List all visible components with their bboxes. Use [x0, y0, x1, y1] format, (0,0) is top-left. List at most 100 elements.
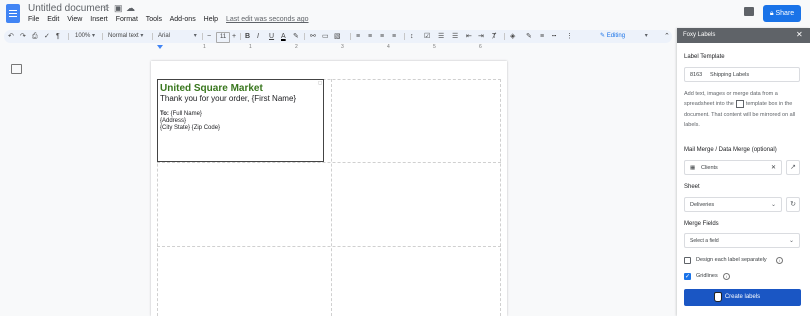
toolbar-divider — [304, 33, 305, 40]
ruler-tick: 2 — [295, 44, 298, 50]
ruler-tick: 4 — [387, 44, 390, 50]
design-separately-checkbox[interactable] — [684, 257, 691, 264]
clear-formatting-icon[interactable]: Ⱦ — [492, 31, 496, 42]
folder-icon[interactable]: ▣ — [114, 3, 123, 14]
zoom-select[interactable]: 100% ▾ — [75, 31, 95, 42]
font-size-decrease-icon[interactable]: − — [207, 31, 211, 42]
decrease-indent-icon[interactable]: ⇤ — [466, 31, 472, 42]
border-dash-icon[interactable]: ┅ — [552, 31, 556, 42]
lock-icon: 🔒︎ — [769, 10, 774, 17]
chevron-down-icon: ▾ — [644, 33, 648, 39]
numbered-list-icon[interactable]: ☰ — [452, 31, 458, 42]
menu-format[interactable]: Format — [116, 16, 138, 23]
border-weight-icon[interactable]: ≡ — [540, 31, 544, 42]
share-button[interactable]: 🔒︎ Share — [763, 5, 801, 22]
sheet-value: Deliveries — [690, 202, 715, 208]
more-options-icon[interactable]: ⋮ — [566, 31, 573, 42]
open-sheet-icon[interactable]: ↗ — [786, 160, 800, 175]
bold-button[interactable]: B — [245, 31, 250, 42]
create-labels-button[interactable]: Create labels — [684, 289, 801, 306]
template-box-icon — [735, 99, 744, 108]
italic-button[interactable]: I — [257, 31, 259, 42]
label-gridline — [331, 79, 332, 316]
highlight-icon[interactable]: ✎ — [293, 31, 299, 42]
print-icon[interactable]: ⎙ — [32, 31, 38, 42]
chevron-down-icon: ⌄ — [789, 238, 795, 244]
refresh-icon[interactable]: ↻ — [786, 197, 800, 212]
align-center-icon[interactable]: ≡ — [368, 31, 372, 42]
ruler-tick: 1 — [249, 44, 252, 50]
merge-section-label: Mail Merge / Data Merge (optional) — [684, 147, 777, 153]
merge-source-field[interactable]: ▦ Clients ✕ — [684, 160, 782, 175]
editing-mode-select[interactable]: ✎ Editing ▾ — [600, 30, 664, 42]
menu-addons[interactable]: Add-ons — [170, 16, 196, 23]
sheet-section-label: Sheet — [684, 184, 700, 190]
docs-logo-icon[interactable] — [6, 4, 20, 23]
menu-file[interactable]: File — [28, 16, 39, 23]
spreadsheet-icon: ▦ — [690, 165, 696, 171]
merge-fields-select[interactable]: Select a field ⌄ — [684, 233, 800, 248]
link-icon[interactable]: ⚯ — [310, 31, 316, 42]
spellcheck-icon[interactable]: ✓ — [44, 31, 50, 42]
font-value: Arial — [158, 33, 171, 39]
info-icon[interactable]: i — [776, 257, 783, 264]
label-template-field[interactable]: 8163 Shipping Labels — [684, 67, 800, 82]
menu-help[interactable]: Help — [204, 16, 218, 23]
label-gridline — [157, 162, 501, 163]
sidebar-title: Foxy Labels — [683, 32, 716, 38]
fill-color-icon[interactable]: ◈ — [510, 31, 515, 42]
increase-indent-icon[interactable]: ⇥ — [478, 31, 484, 42]
gridlines-checkbox[interactable]: ✓ — [684, 273, 691, 280]
redo-icon[interactable]: ↷ — [20, 31, 26, 42]
chevron-down-icon: ▾ — [193, 33, 197, 39]
style-select[interactable]: Normal text ▾ — [108, 31, 143, 42]
comment-add-icon[interactable]: ▭ — [322, 31, 329, 42]
menu-edit[interactable]: Edit — [47, 16, 59, 23]
border-color-icon[interactable]: ✎ — [526, 31, 532, 42]
gridlines-label: Gridlines — [696, 273, 718, 279]
align-right-icon[interactable]: ≡ — [380, 31, 384, 42]
underline-button[interactable]: U — [269, 31, 274, 42]
close-icon[interactable]: ✕ — [796, 30, 803, 39]
font-size-input[interactable]: 11 — [216, 32, 231, 43]
toolbar-divider — [152, 33, 153, 40]
toolbar-divider — [350, 33, 351, 40]
justify-icon[interactable]: ≡ — [392, 31, 396, 42]
comment-icon[interactable] — [744, 7, 754, 16]
bulleted-list-icon[interactable]: ☰ — [438, 31, 444, 42]
sheet-select[interactable]: Deliveries ⌄ — [684, 197, 782, 212]
image-icon[interactable]: ▧ — [334, 31, 341, 42]
design-separately-label: Design each label separately — [696, 257, 767, 263]
paint-format-icon[interactable]: ¶ — [56, 31, 60, 42]
menu-bar: File Edit View Insert Format Tools Add-o… — [28, 16, 315, 23]
indent-marker-icon[interactable] — [157, 45, 163, 49]
label-to-line: To: {Full Name} — [160, 111, 202, 117]
info-icon[interactable]: i — [723, 273, 730, 280]
share-label: Share — [775, 10, 795, 17]
font-size-increase-icon[interactable]: + — [232, 31, 236, 42]
label-gridline — [157, 246, 501, 247]
toolbar-divider — [240, 33, 241, 40]
last-edit-link[interactable]: Last edit was seconds ago — [226, 16, 309, 23]
text-color-button[interactable]: A — [281, 31, 286, 42]
toolbar-divider — [68, 33, 69, 40]
menu-view[interactable]: View — [67, 16, 82, 23]
undo-icon[interactable]: ↶ — [8, 31, 14, 42]
checklist-icon[interactable]: ☑ — [424, 31, 430, 42]
document-title[interactable]: Untitled document — [28, 3, 109, 14]
pencil-icon: ✎ — [600, 33, 606, 39]
font-select[interactable]: Arial ▾ — [158, 31, 197, 42]
ruler-tick: 1 — [203, 44, 206, 50]
cloud-icon[interactable]: ☁ — [126, 3, 135, 14]
line-spacing-icon[interactable]: ↕ — [410, 31, 414, 42]
collapse-menus-icon[interactable]: ⌃ — [664, 31, 670, 42]
toolbar-divider — [404, 33, 405, 40]
menu-insert[interactable]: Insert — [90, 16, 108, 23]
align-left-icon[interactable]: ≡ — [356, 31, 360, 42]
document-outline-icon[interactable] — [11, 64, 22, 74]
star-icon[interactable]: ☆ — [102, 3, 110, 14]
editing-label: Editing — [606, 33, 626, 39]
menu-tools[interactable]: Tools — [146, 16, 162, 23]
label-thanks-line: Thank you for your order, {First Name} — [160, 94, 297, 103]
clear-icon[interactable]: ✕ — [771, 164, 776, 171]
